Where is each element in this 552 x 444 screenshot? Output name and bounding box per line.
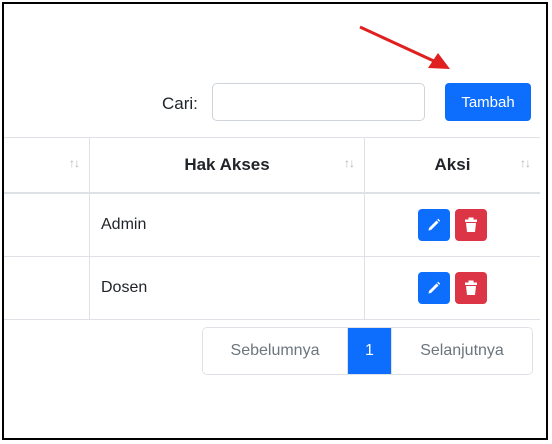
next-page-link[interactable]: Selanjutnya (391, 328, 532, 374)
delete-button[interactable] (455, 209, 487, 241)
sort-icon: ↑↓ (344, 156, 355, 170)
search-input[interactable] (212, 83, 425, 121)
table-cell (4, 192, 90, 257)
pagination: Sebelumnya 1 Selanjutnya (202, 327, 533, 375)
table-row: Dosen (4, 256, 540, 320)
column-header-previous[interactable]: ↑↓ (4, 137, 90, 194)
column-header-hak-akses[interactable]: Hak Akses ↑↓ (89, 137, 365, 194)
column-header-aksi[interactable]: Aksi ↑↓ (364, 137, 540, 194)
search-label: Cari: (162, 94, 198, 113)
pencil-icon (428, 281, 441, 294)
trash-icon (465, 280, 477, 295)
role-cell: Admin (89, 192, 365, 257)
table-row: Admin (4, 192, 540, 257)
page-1-link[interactable]: 1 (348, 328, 391, 374)
actions-cell (364, 256, 540, 320)
trash-icon (465, 217, 477, 232)
table-header-row: ↑↓ Hak Akses ↑↓ Aksi ↑↓ (4, 137, 540, 194)
actions-cell (364, 192, 540, 257)
role-cell: Dosen (89, 256, 365, 320)
edit-button[interactable] (418, 272, 450, 304)
previous-page-link[interactable]: Sebelumnya (203, 328, 348, 374)
delete-button[interactable] (455, 272, 487, 304)
sort-icon: ↑↓ (69, 156, 80, 170)
annotation-arrow-icon (359, 25, 450, 69)
table-cell (4, 256, 90, 320)
add-button[interactable]: Tambah (445, 83, 531, 121)
sort-icon: ↑↓ (520, 156, 531, 170)
data-table: ↑↓ Hak Akses ↑↓ Aksi ↑↓ Admin Dosen (4, 137, 540, 320)
pencil-icon (428, 218, 441, 231)
edit-button[interactable] (418, 209, 450, 241)
